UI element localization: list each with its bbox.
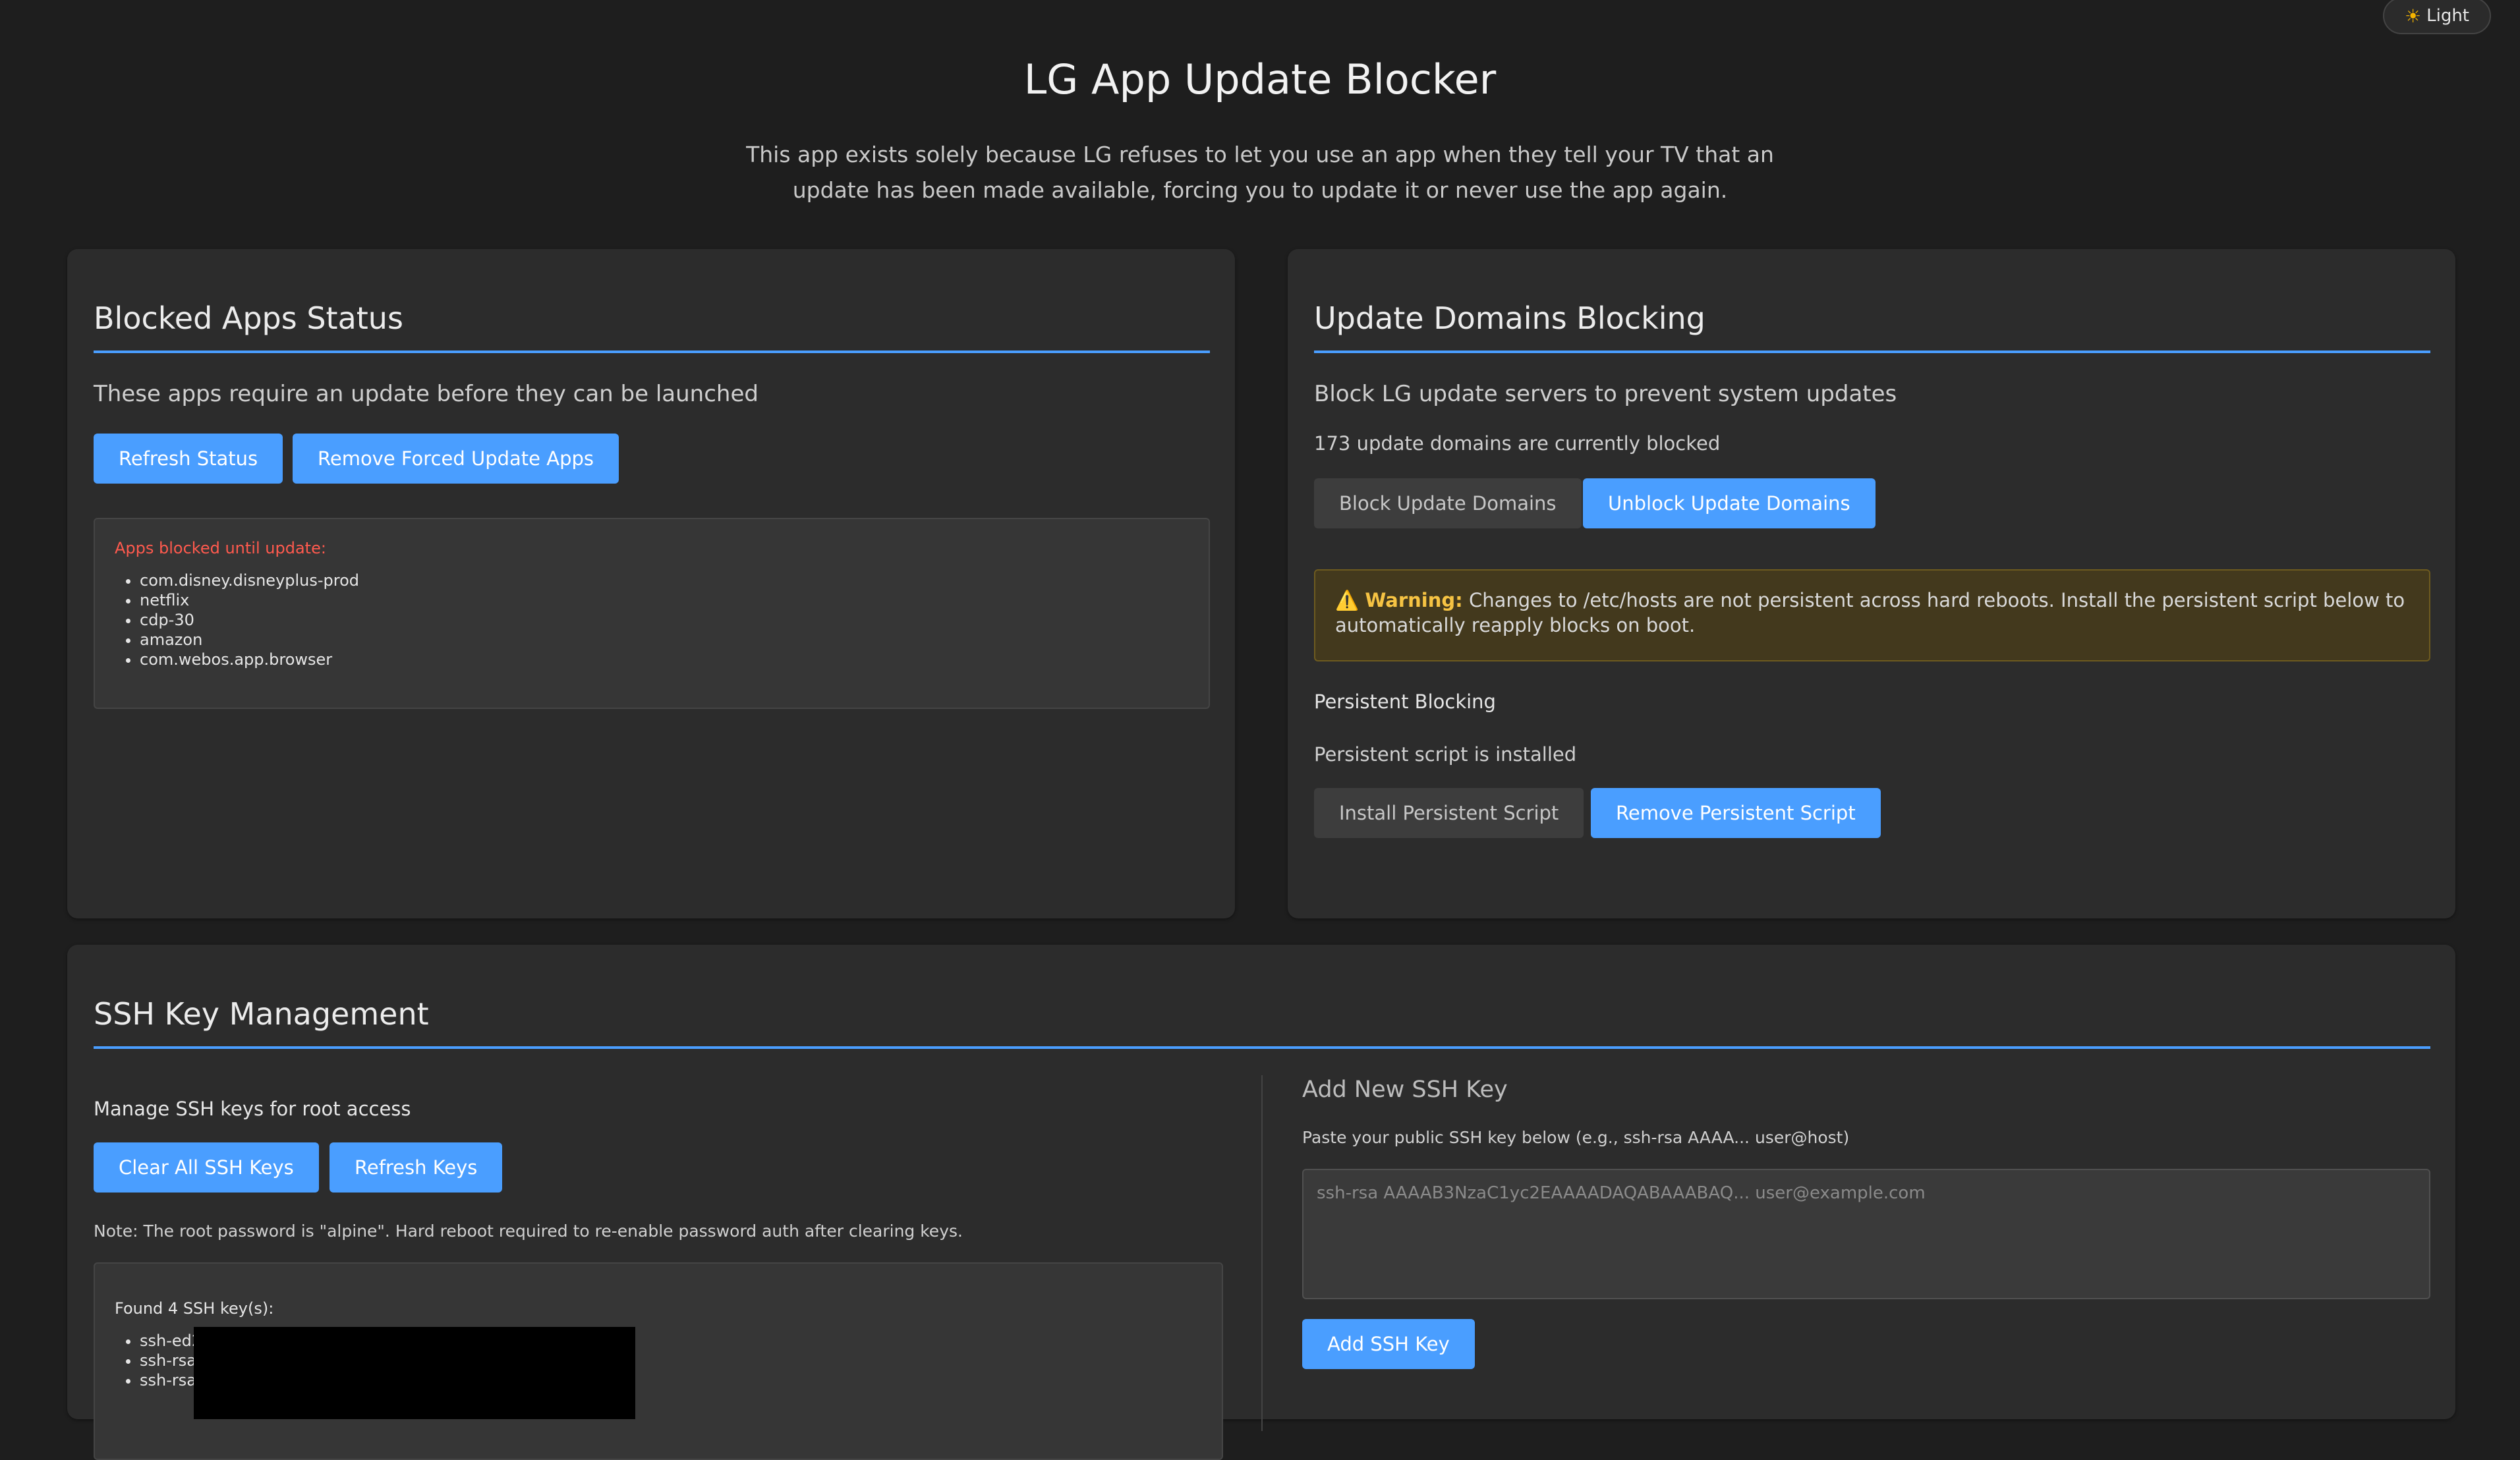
refresh-status-button[interactable]: Refresh Status	[94, 434, 283, 484]
sun-icon: ☀	[2405, 5, 2422, 27]
hosts-warning-box: ⚠️ Warning: Changes to /etc/hosts are no…	[1314, 569, 2430, 661]
blocked-apps-title: Blocked Apps Status	[94, 300, 403, 336]
clear-all-ssh-keys-button[interactable]: Clear All SSH Keys	[94, 1142, 319, 1193]
redaction-overlay	[194, 1327, 635, 1419]
warning-text: Changes to /etc/hosts are not persistent…	[1335, 589, 2405, 636]
persistent-script-status: Persistent script is installed	[1314, 743, 1577, 766]
add-ssh-key-instructions: Paste your public SSH key below (e.g., s…	[1302, 1128, 1850, 1147]
add-ssh-key-title: Add New SSH Key	[1302, 1077, 1508, 1103]
unblock-update-domains-button[interactable]: Unblock Update Domains	[1583, 478, 1876, 528]
list-item: ssh-rsa	[140, 1351, 202, 1370]
blocked-apps-card: Blocked Apps Status These apps require a…	[67, 249, 1235, 918]
ssh-description: Manage SSH keys for root access	[94, 1098, 411, 1120]
list-item: netflix	[140, 590, 359, 610]
domains-blocked-status: 173 update domains are currently blocked	[1314, 432, 1721, 455]
ssh-key-card: SSH Key Management Manage SSH keys for r…	[67, 945, 2455, 1460]
remove-forced-update-apps-button[interactable]: Remove Forced Update Apps	[293, 434, 619, 484]
warning-icon: ⚠️	[1335, 589, 1360, 611]
list-item: cdp-30	[140, 610, 359, 630]
update-domains-underline	[1314, 351, 2430, 353]
install-persistent-script-button[interactable]: Install Persistent Script	[1314, 788, 1584, 838]
remove-persistent-script-button[interactable]: Remove Persistent Script	[1591, 788, 1881, 838]
update-domains-card: Update Domains Blocking Block LG update …	[1288, 249, 2455, 918]
ssh-title: SSH Key Management	[94, 996, 429, 1032]
update-domains-description: Block LG update servers to prevent syste…	[1314, 381, 1897, 407]
add-ssh-key-button[interactable]: Add SSH Key	[1302, 1319, 1475, 1369]
theme-toggle-label: Light	[2426, 6, 2469, 26]
blocked-apps-list: com.disney.disneyplus-prod netflix cdp-3…	[115, 571, 359, 669]
ssh-keys-list: ssh-ed2 ssh-rsa ssh-rsa	[115, 1331, 202, 1390]
ssh-keys-list-panel: Found 4 SSH key(s): ssh-ed2 ssh-rsa ssh-…	[94, 1262, 1223, 1460]
block-update-domains-button[interactable]: Block Update Domains	[1314, 478, 1582, 528]
page-subtitle: This app exists solely because LG refuse…	[746, 142, 1774, 203]
list-item: ssh-ed2	[140, 1331, 202, 1351]
ssh-key-textarea[interactable]: ssh-rsa AAAAB3NzaC1yc2EAAAADAQABAAABAQ..…	[1302, 1169, 2430, 1299]
root-password-note: Note: The root password is "alpine". Har…	[94, 1221, 963, 1241]
ssh-underline	[94, 1046, 2430, 1049]
column-divider	[1261, 1075, 1263, 1431]
blocked-apps-description: These apps require an update before they…	[94, 381, 759, 407]
list-item: com.webos.app.browser	[140, 650, 359, 669]
blocked-apps-list-panel: Apps blocked until update: com.disney.di…	[94, 518, 1210, 709]
blocked-apps-underline	[94, 351, 1210, 353]
list-item: com.disney.disneyplus-prod	[140, 571, 359, 590]
page-title: LG App Update Blocker	[1023, 55, 1497, 103]
theme-toggle-button[interactable]: ☀ Light	[2383, 0, 2491, 34]
refresh-keys-button[interactable]: Refresh Keys	[329, 1142, 503, 1193]
warning-label: Warning:	[1365, 589, 1463, 611]
persistent-blocking-heading: Persistent Blocking	[1314, 690, 1496, 713]
found-keys-label: Found 4 SSH key(s):	[115, 1299, 274, 1318]
list-item: ssh-rsa	[140, 1370, 202, 1390]
list-item: amazon	[140, 630, 359, 650]
blocked-apps-list-label: Apps blocked until update:	[115, 539, 326, 557]
update-domains-title: Update Domains Blocking	[1314, 300, 1705, 336]
